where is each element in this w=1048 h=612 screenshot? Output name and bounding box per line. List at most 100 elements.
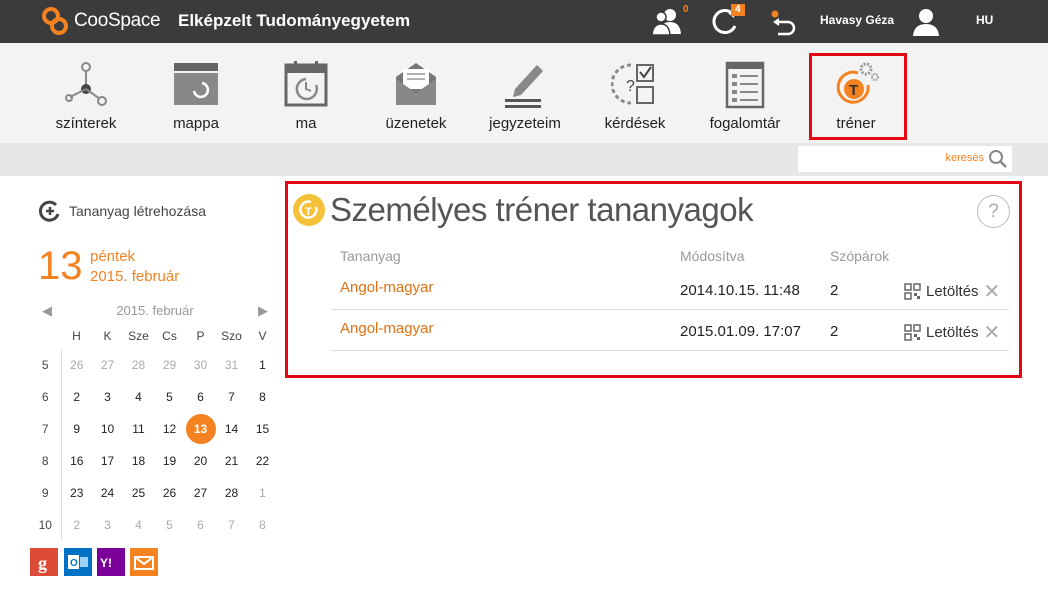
week-number: 7	[41, 422, 49, 436]
tool-szinterek[interactable]: színterek	[38, 59, 134, 135]
calendar-day[interactable]: 11	[123, 413, 154, 445]
calendar-day[interactable]: 12	[154, 413, 185, 445]
outlook-icon[interactable]: O	[64, 548, 92, 576]
calendar-day[interactable]: 7	[216, 509, 247, 541]
search-input[interactable]: keresés	[798, 146, 1012, 172]
row-divider	[331, 309, 1009, 310]
calendar-day[interactable]: 15	[247, 413, 278, 445]
trainer-title-icon: T	[293, 194, 325, 226]
weekday-header: Szo	[221, 329, 242, 343]
calendar-day[interactable]: 22	[247, 445, 278, 477]
calendar-day[interactable]: 7	[216, 381, 247, 413]
top-bar: CooSpace Elképzelt Tudományegyetem 0 4 H…	[0, 0, 1048, 43]
svg-text:O: O	[70, 558, 78, 569]
calendar-day[interactable]: 31	[216, 349, 247, 381]
sync-icon[interactable]	[764, 4, 800, 40]
qr-code-icon[interactable]	[904, 324, 921, 341]
language-selector[interactable]: HU	[976, 13, 993, 27]
tool-mappa[interactable]: mappa	[148, 59, 244, 135]
calendar-day[interactable]: 14	[216, 413, 247, 445]
tool-fogalomtar[interactable]: fogalomtár	[697, 59, 793, 135]
qr-code-icon[interactable]	[904, 283, 921, 300]
tool-kerdesek[interactable]: ? kérdések	[587, 59, 683, 135]
calendar-day[interactable]: 2	[60, 509, 92, 541]
page-title: Személyes tréner tananyagok	[330, 191, 754, 228]
material-link[interactable]: Angol-magyar	[340, 279, 433, 296]
tool-jegyzeteim[interactable]: jegyzeteim	[477, 59, 573, 135]
week-number: 10	[38, 518, 52, 532]
calendar-day[interactable]: 27	[185, 477, 216, 509]
download-link[interactable]: Letöltés	[926, 283, 979, 300]
calendar-day[interactable]: 17	[92, 445, 123, 477]
today-marker: 13	[185, 414, 216, 444]
calendar-day[interactable]: 4	[123, 381, 154, 413]
calendar-day[interactable]: 29	[154, 349, 185, 381]
material-link[interactable]: Angol-magyar	[340, 320, 433, 337]
google-calendar-icon[interactable]: g	[30, 548, 58, 576]
calendar-day[interactable]: 1	[247, 349, 278, 381]
calendar-day[interactable]: 25	[123, 477, 154, 509]
calendar-day[interactable]: 24	[92, 477, 123, 509]
calendar-day[interactable]: 27	[92, 349, 123, 381]
tool-label: ma	[295, 115, 317, 132]
download-link[interactable]: Letöltés	[926, 324, 979, 341]
week-number: 9	[41, 486, 49, 500]
current-day-number: 13	[38, 244, 83, 288]
delete-icon[interactable]: ✕	[984, 279, 1001, 304]
tool-label: jegyzeteim	[489, 115, 561, 132]
calendar-day[interactable]: 2	[60, 381, 92, 413]
calendar-day[interactable]: 26	[60, 349, 92, 381]
calendar-clock-icon	[284, 61, 328, 107]
calendar-day[interactable]: 16	[60, 445, 92, 477]
column-header-material[interactable]: Tananyag	[340, 248, 401, 264]
column-header-modified[interactable]: Módosítva	[680, 248, 745, 264]
search-placeholder: keresés	[945, 152, 984, 164]
tool-ma[interactable]: ma	[258, 59, 354, 135]
column-header-pairs[interactable]: Szópárok	[830, 248, 889, 264]
calendar-day[interactable]: 3	[92, 509, 123, 541]
weekday-header: V	[258, 329, 267, 343]
download-row: Letöltés ✕	[904, 320, 1000, 345]
help-button[interactable]: ?	[977, 195, 1010, 228]
user-avatar-icon[interactable]	[908, 4, 944, 40]
delete-icon[interactable]: ✕	[984, 320, 1001, 345]
calendar-day[interactable]: 28	[123, 349, 154, 381]
calendar-day[interactable]: 28	[216, 477, 247, 509]
calendar-day[interactable]: 4	[123, 509, 154, 541]
month-year: 2015. február	[90, 268, 180, 285]
trener-highlight-frame	[809, 53, 907, 140]
calendar-day[interactable]: 5	[154, 381, 185, 413]
calendar-day[interactable]: 6	[185, 381, 216, 413]
institution-name[interactable]: Elképzelt Tudományegyetem	[178, 11, 410, 31]
yahoo-icon[interactable]: Y!	[97, 548, 125, 576]
calendar-day[interactable]: 8	[247, 509, 278, 541]
contacts-count: 0	[683, 4, 689, 15]
calendar-day[interactable]: 18	[123, 445, 154, 477]
calendar-day[interactable]: 30	[185, 349, 216, 381]
search-icon[interactable]	[988, 149, 1008, 169]
calendar-day[interactable]: 10	[92, 413, 123, 445]
calendar-day[interactable]: 9	[60, 413, 92, 445]
contacts-icon[interactable]	[650, 4, 686, 40]
calendar-day[interactable]: 23	[60, 477, 92, 509]
calendar-day[interactable]: 1	[247, 477, 278, 509]
calendar-day[interactable]: 5	[154, 509, 185, 541]
calendar-day[interactable]: 3	[92, 381, 123, 413]
calendar-day[interactable]: 21	[216, 445, 247, 477]
current-date: péntek 2015. február	[90, 247, 179, 287]
email-export-icon[interactable]	[130, 548, 158, 576]
calendar-day[interactable]: 26	[154, 477, 185, 509]
calendar-day[interactable]: 8	[247, 381, 278, 413]
create-material-link[interactable]: Tananyag létrehozása	[38, 199, 206, 223]
brand-name: CooSpace	[74, 10, 161, 31]
calendar-day[interactable]: 6	[185, 509, 216, 541]
next-month-arrow[interactable]: ▶	[258, 303, 268, 319]
tool-uzenetek[interactable]: üzenetek	[368, 59, 464, 135]
logo[interactable]: CooSpace	[40, 6, 161, 36]
calendar-day[interactable]: 20	[185, 445, 216, 477]
user-name[interactable]: Havasy Géza	[820, 13, 894, 27]
calendar-day-today[interactable]: 13	[185, 413, 216, 445]
coospace-logo-icon	[42, 7, 68, 35]
calendar-day[interactable]: 19	[154, 445, 185, 477]
svg-text:Y!: Y!	[100, 556, 112, 570]
